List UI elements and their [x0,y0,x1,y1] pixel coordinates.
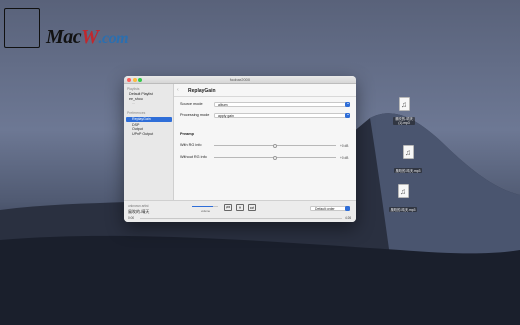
without-rg-value: +0 dB [340,155,349,160]
without-rg-slider[interactable] [214,155,336,160]
chevron-down-icon [345,101,350,107]
sidebar-item-replaygain[interactable]: ReplayGain [126,117,172,122]
playback-order-select[interactable]: Default order [310,206,350,211]
page-title: ReplayGain [188,87,216,94]
track-artist: unknown artist [128,204,149,208]
music-file-icon: ♫ [397,184,409,198]
without-rg-label: Without RG info [180,155,207,159]
chevron-down-icon [345,206,350,211]
sidebar-item-dsp[interactable]: DSP [132,123,139,127]
pause-icon[interactable]: ⏸ [236,204,244,211]
with-rg-value: +0 dB [340,143,349,148]
time-elapsed: 0:00 [128,216,135,220]
sidebar-header-playlists: Playlists [127,87,140,91]
volume-fill [192,206,213,207]
desktop-file[interactable]: ♫ 風吹的-晴天 (1).mp3 [384,97,424,129]
window-title: foobar2000 [229,77,251,82]
volume-label: volume [201,209,211,213]
skip-back-icon[interactable]: ⏮ [224,204,232,211]
sidebar-item-output[interactable]: Output [132,127,143,131]
desktop-file[interactable]: ♫ 風吹的-晴天.mp3 [383,184,423,216]
volume-slider[interactable] [192,206,218,207]
chevron-left-icon[interactable]: ‹ [177,87,179,93]
player-bar: unknown artist 風吹的-晴天 volume ⏮ ⏸ ⏭ Defau… [124,200,356,222]
processing-mode-select[interactable]: apply gain [214,112,350,118]
divider [174,96,356,97]
with-rg-slider[interactable] [214,143,336,148]
sidebar-item-default-playlist[interactable]: Default Playlist [129,92,153,96]
skip-forward-icon[interactable]: ⏭ [248,204,256,211]
preferences-panel: ‹ ReplayGain Source mode album Processin… [174,84,356,200]
music-file-icon: ♫ [402,145,414,159]
file-name: 風吹的-晴天.mp3 [388,207,418,212]
track-title: 風吹的-晴天 [128,208,150,214]
seek-bar[interactable] [140,217,342,219]
file-name: 風吹的-晴天.mp3 [393,168,423,173]
with-rg-label: With RG info [180,143,202,147]
watermark-text: MacW.com [46,26,129,48]
source-mode-label: Source mode [180,102,203,106]
window-titlebar[interactable]: foobar2000 [124,76,356,84]
music-file-icon: ♫ [398,97,410,111]
sidebar: Playlists Default Playlist ee_shou ... P… [124,84,174,200]
preamp-section-title: Preamp [180,132,194,136]
processing-mode-label: Processing mode [180,113,210,117]
source-mode-select[interactable]: album [214,101,350,107]
without-rg-slider-thumb[interactable] [273,155,277,160]
desktop-file[interactable]: ♫ 風吹的-晴天.mp3 [388,145,428,177]
sidebar-item-playlist[interactable]: ee_shou [129,97,143,101]
time-total: 4:26 [345,216,352,220]
sidebar-item-playlist-sub[interactable]: ... [132,101,135,105]
watermark-logo: MacW.com [4,8,144,52]
chevron-down-icon [345,112,350,118]
app-window: foobar2000 Playlists Default Playlist ee… [124,76,356,222]
monitor-icon [4,8,40,48]
file-name: 風吹的-晴天 (1).mp3 [393,117,415,125]
with-rg-slider-thumb[interactable] [273,143,277,148]
sidebar-header-preferences: Preferences [127,111,146,115]
sidebar-item-upnp-output[interactable]: UPnP Output [132,132,153,136]
